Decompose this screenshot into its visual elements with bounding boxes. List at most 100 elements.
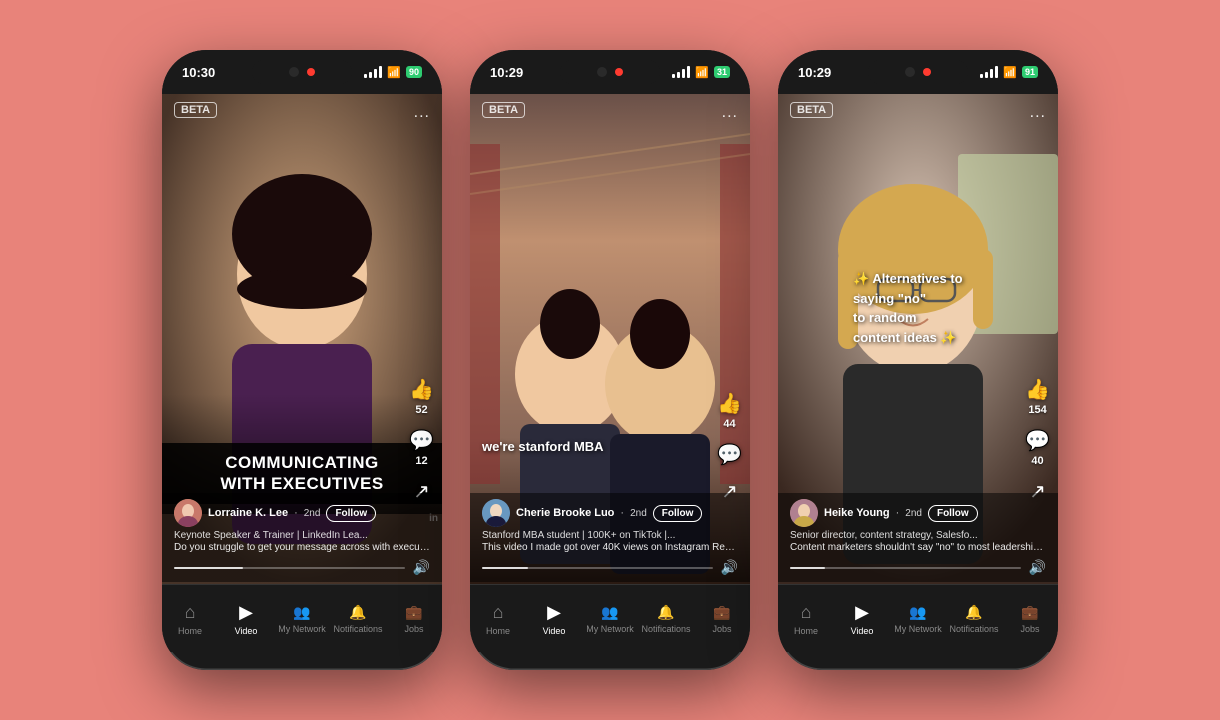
nav-network-label-2: My Network	[586, 624, 634, 634]
video-area-2[interactable]: BETA ... we're stanford MBA 👍 44 💬 ↗	[470, 94, 750, 584]
nav-notifications-1[interactable]: 🔔 Notifications	[330, 604, 386, 634]
like-count-1: 52	[415, 404, 427, 416]
nav-jobs-label-1: Jobs	[404, 624, 423, 634]
nav-jobs-1[interactable]: 💼 Jobs	[386, 604, 442, 634]
follow-button-3[interactable]: Follow	[928, 505, 978, 522]
user-row-2: Cherie Brooke Luo · 2nd Follow	[482, 499, 738, 527]
video-area-3[interactable]: BETA ... ✨ Alternatives tosaying "no"to …	[778, 94, 1058, 584]
progress-bg-1	[174, 567, 405, 569]
jobs-icon-2: 💼	[713, 604, 730, 621]
nav-video-3[interactable]: ▶ Video	[834, 602, 890, 636]
status-right-2: 📶 31	[672, 66, 730, 79]
degree-3: 2nd	[905, 508, 922, 519]
comment-action-3[interactable]: 💬 40	[1025, 428, 1050, 467]
progress-bg-2	[482, 567, 713, 569]
notifications-icon-3: 🔔	[965, 604, 982, 621]
camera-notch-3	[905, 67, 915, 77]
follow-button-1[interactable]: Follow	[326, 505, 376, 522]
video-area-1[interactable]: BETA ... COMMUNICATINGWITH EXECUTIVES 👍 …	[162, 94, 442, 584]
signal-bars-2	[672, 66, 690, 78]
phone-3: 10:29 📶 91	[778, 50, 1058, 670]
more-dots-3[interactable]: ...	[1030, 104, 1046, 122]
home-icon-2: ⌂	[493, 602, 504, 623]
follow-button-2[interactable]: Follow	[653, 505, 703, 522]
avatar-svg-1	[174, 499, 202, 527]
volume-icon-3[interactable]: 🔊	[1029, 559, 1046, 576]
volume-icon-2[interactable]: 🔊	[721, 559, 738, 576]
status-right-1: 📶 90	[364, 66, 422, 79]
nav-home-1[interactable]: ⌂ Home	[162, 602, 218, 636]
video-actions-1: 👍 52 💬 12 ↗	[409, 377, 434, 504]
like-icon-1: 👍	[409, 377, 434, 402]
signal-bars	[364, 66, 382, 78]
comment-icon-2: 💬	[717, 442, 742, 467]
phone-2: 10:29 📶 31	[470, 50, 750, 670]
beta-badge-1: BETA	[174, 102, 217, 118]
more-dots-2[interactable]: ...	[722, 104, 738, 122]
title-card-text-1: COMMUNICATINGWITH EXECUTIVES	[174, 453, 430, 494]
signal-bar-2	[369, 72, 372, 78]
caption-2: we're stanford MBA	[482, 439, 690, 454]
nav-jobs-3[interactable]: 💼 Jobs	[1002, 604, 1058, 634]
video-info-2: Cherie Brooke Luo · 2nd Follow Stanford …	[470, 493, 750, 582]
like-action-3[interactable]: 👍 154	[1025, 377, 1050, 416]
nav-network-1[interactable]: 👥 My Network	[274, 604, 330, 634]
nav-network-label-1: My Network	[278, 624, 326, 634]
recording-dot-3	[923, 68, 931, 76]
nav-home-3[interactable]: ⌂ Home	[778, 602, 834, 636]
nav-network-3[interactable]: 👥 My Network	[890, 604, 946, 634]
notch-1	[252, 60, 352, 84]
wifi-icon-3: 📶	[1003, 66, 1017, 79]
nav-home-label-2: Home	[486, 626, 510, 636]
recording-dot-2	[615, 68, 623, 76]
like-action-1[interactable]: 👍 52	[409, 377, 434, 416]
user-title-2: Stanford MBA student | 100K+ on TikTok |…	[482, 530, 738, 541]
user-name-2: Cherie Brooke Luo	[516, 507, 614, 519]
recording-dot	[307, 68, 315, 76]
notch-2	[560, 60, 660, 84]
bottom-nav-3: ⌂ Home ▶ Video 👥 My Network 🔔 Notificati…	[778, 584, 1058, 652]
nav-jobs-2[interactable]: 💼 Jobs	[694, 604, 750, 634]
video-icon-3: ▶	[855, 602, 869, 623]
nav-video-1[interactable]: ▶ Video	[218, 602, 274, 636]
description-2: This video I made got over 40K views on …	[482, 541, 738, 555]
network-icon-1: 👥	[293, 604, 310, 621]
nav-network-2[interactable]: 👥 My Network	[582, 604, 638, 634]
avatar-svg-2	[482, 499, 510, 527]
progress-fill-2	[482, 567, 528, 569]
comment-icon-1: 💬	[409, 428, 434, 453]
caption-3: ✨ Alternatives tosaying "no"to randomcon…	[853, 269, 1003, 347]
comment-count-1: 12	[415, 455, 427, 467]
bottom-row-3: 🔊	[790, 559, 1046, 576]
status-time-1: 10:30	[182, 65, 215, 80]
nav-video-label-3: Video	[851, 626, 874, 636]
nav-home-label-3: Home	[794, 626, 818, 636]
like-icon-2: 👍	[717, 391, 742, 416]
user-title-1: Keynote Speaker & Trainer | LinkedIn Lea…	[174, 530, 430, 541]
comment-action-2[interactable]: 💬	[717, 442, 742, 467]
nav-notifications-2[interactable]: 🔔 Notifications	[638, 604, 694, 634]
nav-video-2[interactable]: ▶ Video	[526, 602, 582, 636]
bottom-nav-2: ⌂ Home ▶ Video 👥 My Network 🔔 Notificati…	[470, 584, 750, 652]
nav-jobs-label-2: Jobs	[712, 624, 731, 634]
nav-notifications-label-2: Notifications	[641, 624, 690, 634]
nav-notifications-3[interactable]: 🔔 Notifications	[946, 604, 1002, 634]
battery-badge-3: 91	[1022, 66, 1038, 78]
progress-bg-3	[790, 567, 1021, 569]
nav-network-label-3: My Network	[894, 624, 942, 634]
notch-3	[868, 60, 968, 84]
video-icon-2: ▶	[547, 602, 561, 623]
video-info-1: Lorraine K. Lee · 2nd Follow Keynote Spe…	[162, 493, 442, 582]
degree-2: 2nd	[630, 508, 647, 519]
like-action-2[interactable]: 👍 44	[717, 391, 742, 430]
comment-action-1[interactable]: 💬 12	[409, 428, 434, 467]
volume-icon-1[interactable]: 🔊	[413, 559, 430, 576]
nav-home-2[interactable]: ⌂ Home	[470, 602, 526, 636]
video-info-3: Heike Young · 2nd Follow Senior director…	[778, 493, 1058, 582]
phone-1: 10:30 📶 90	[162, 50, 442, 670]
home-icon-3: ⌂	[801, 602, 812, 623]
description-3: Content marketers shouldn't say "no" to …	[790, 541, 1046, 555]
status-right-3: 📶 91	[980, 66, 1038, 79]
more-dots-1[interactable]: ...	[414, 104, 430, 122]
wifi-icon: 📶	[387, 66, 401, 79]
